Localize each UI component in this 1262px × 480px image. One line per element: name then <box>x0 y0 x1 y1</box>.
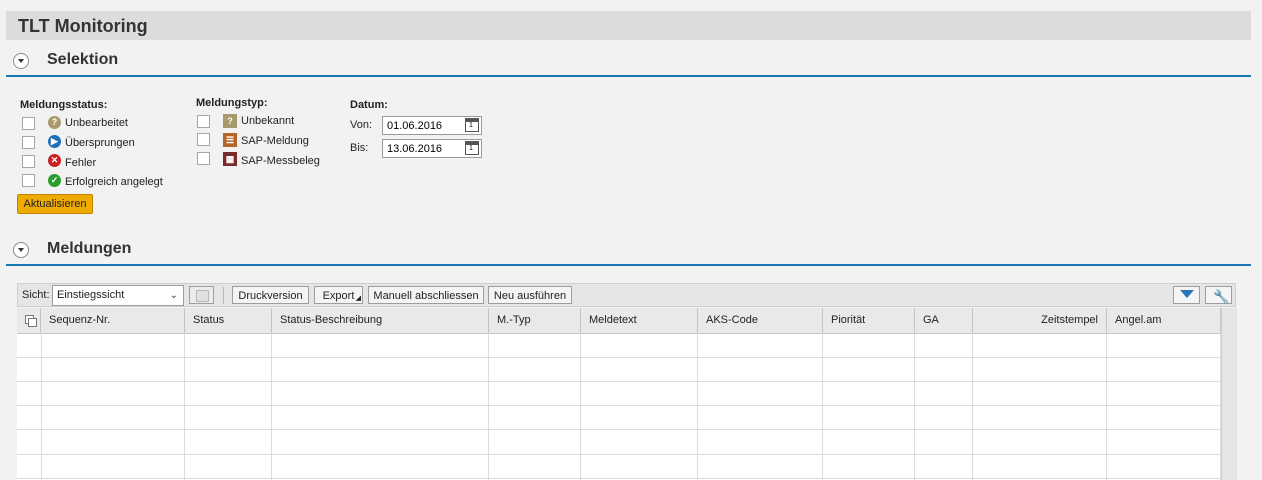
refresh-button[interactable]: Aktualisieren <box>17 194 93 214</box>
status-option-label: Erfolgreich angelegt <box>65 176 163 188</box>
status-fehler-checkbox[interactable] <box>22 155 35 168</box>
measurement-icon: ▦ <box>223 152 237 166</box>
table-row[interactable] <box>17 381 1221 382</box>
filter-button[interactable] <box>1173 286 1200 304</box>
dropdown-corner-icon: ◢ <box>355 295 361 302</box>
status-uebersprungen-checkbox[interactable] <box>22 136 35 149</box>
grid-line <box>488 333 489 480</box>
grid-line <box>184 333 185 480</box>
column-header[interactable]: Sequenz-Nr. <box>41 308 185 333</box>
grid-line <box>914 333 915 480</box>
notification-icon: ☰ <box>223 133 237 147</box>
view-select-value: Einstiegssicht <box>57 289 125 301</box>
column-header[interactable]: Meldetext <box>581 308 698 333</box>
column-header[interactable]: Zeitstempel <box>973 308 1107 333</box>
column-header[interactable]: Piorität <box>823 308 915 333</box>
chevron-down-icon: ⌄ <box>169 290 178 301</box>
view-select[interactable]: Einstiegssicht ⌄ <box>52 285 184 306</box>
vertical-scrollbar[interactable] <box>1221 308 1237 480</box>
manual-close-button[interactable]: Manuell abschliessen <box>368 286 484 304</box>
wrench-icon: 🔧 <box>1213 289 1230 304</box>
date-from-value: 01.06.2016 <box>387 120 443 132</box>
grid-line <box>41 333 42 480</box>
print-version-button[interactable]: Druckversion <box>232 286 309 304</box>
meldungen-title: Meldungen <box>47 240 132 257</box>
meldungen-section-header[interactable]: Meldungen <box>6 236 1251 266</box>
grid-line <box>697 333 698 480</box>
date-to-input[interactable]: 13.06.2016 1 <box>382 139 482 158</box>
status-option-label: Unbearbeitet <box>65 117 128 129</box>
type-option-label: Unbekannt <box>241 115 295 127</box>
title-bar: TLT Monitoring <box>6 11 1251 40</box>
type-option-label: SAP-Meldung <box>241 135 309 147</box>
grid-line <box>580 333 581 480</box>
calendar-icon[interactable]: 1 <box>465 141 479 155</box>
filter-icon <box>1180 290 1194 298</box>
grid-line <box>822 333 823 480</box>
question-icon: ? <box>48 116 61 129</box>
selektion-title: Selektion <box>47 51 119 68</box>
type-unbekannt-checkbox[interactable] <box>197 115 210 128</box>
save-icon <box>196 290 209 302</box>
column-header[interactable]: M.-Typ <box>489 308 581 333</box>
column-header[interactable]: Status <box>185 308 272 333</box>
grid-line <box>1106 333 1107 480</box>
table-row[interactable] <box>17 478 1221 479</box>
type-sap-messbeleg-checkbox[interactable] <box>197 152 210 165</box>
table-row[interactable] <box>17 454 1221 455</box>
error-icon: ✕ <box>48 154 61 167</box>
column-header[interactable]: Status-Beschreibung <box>272 308 489 333</box>
settings-button[interactable]: 🔧 <box>1205 286 1232 304</box>
table-toolbar: Sicht: Einstiegssicht ⌄ Druckversion Exp… <box>17 283 1236 307</box>
grid-line <box>972 333 973 480</box>
status-group-title: Meldungsstatus: <box>20 99 108 111</box>
success-icon: ✓ <box>48 174 61 187</box>
date-to-value: 13.06.2016 <box>387 143 443 155</box>
date-to-label: Bis: <box>350 142 369 154</box>
skip-icon: ▶ <box>48 135 61 148</box>
question-icon: ? <box>223 114 237 128</box>
status-option-label: Übersprungen <box>65 137 135 149</box>
type-option-label: SAP-Messbeleg <box>241 155 320 167</box>
table-row[interactable] <box>17 357 1221 358</box>
date-from-input[interactable]: 01.06.2016 1 <box>382 116 482 135</box>
date-from-label: Von: <box>350 119 373 131</box>
column-header[interactable]: Angel.am <box>1107 308 1221 333</box>
collapse-icon[interactable] <box>13 242 29 258</box>
collapse-icon[interactable] <box>13 53 29 69</box>
messages-table: Sequenz-Nr. Status Status-Beschreibung M… <box>17 308 1221 480</box>
status-option-label: Fehler <box>65 157 97 169</box>
table-header-row: Sequenz-Nr. Status Status-Beschreibung M… <box>17 308 1221 334</box>
save-view-button[interactable] <box>189 286 214 304</box>
type-sap-meldung-checkbox[interactable] <box>197 133 210 146</box>
select-all-icon[interactable] <box>17 308 41 333</box>
status-unbearbeitet-checkbox[interactable] <box>22 117 35 130</box>
status-erfolgreich-checkbox[interactable] <box>22 174 35 187</box>
rerun-button[interactable]: Neu ausführen <box>488 286 572 304</box>
toolbar-divider <box>223 287 224 304</box>
export-label: Export <box>322 290 355 302</box>
date-group-title: Datum: <box>350 99 388 111</box>
type-group-title: Meldungstyp: <box>196 97 268 109</box>
view-label: Sicht: <box>22 289 50 301</box>
column-header[interactable]: GA <box>915 308 973 333</box>
calendar-icon[interactable]: 1 <box>465 118 479 132</box>
grid-line <box>271 333 272 480</box>
table-row[interactable] <box>17 429 1221 430</box>
page-title: TLT Monitoring <box>18 16 148 36</box>
column-header[interactable]: AKS-Code <box>698 308 823 333</box>
selektion-section-header[interactable]: Selektion <box>6 47 1251 77</box>
export-button[interactable]: Export ◢ <box>314 286 363 304</box>
table-row[interactable] <box>17 405 1221 406</box>
